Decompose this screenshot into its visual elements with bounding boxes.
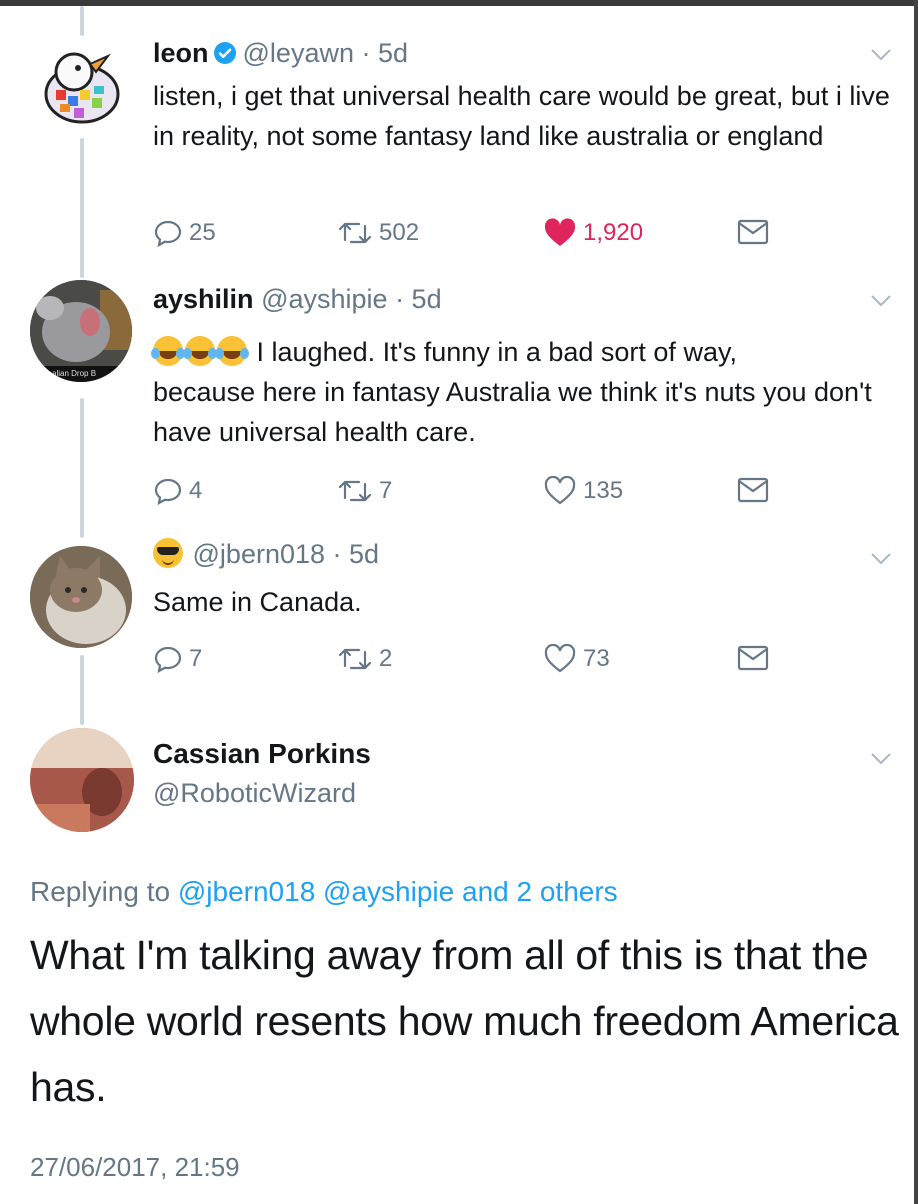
avatar[interactable] xyxy=(34,38,130,134)
reply-icon xyxy=(154,646,182,674)
reply-button[interactable]: 7 xyxy=(153,644,202,674)
reply-button[interactable]: 25 xyxy=(153,218,216,248)
person-avatar-icon xyxy=(30,728,134,832)
retweet-count: 502 xyxy=(379,219,420,246)
chevron-down-icon[interactable] xyxy=(870,48,892,62)
retweet-icon xyxy=(338,480,372,502)
handle[interactable]: @leyawn xyxy=(243,38,354,68)
like-button[interactable]: 135 xyxy=(543,476,623,506)
chevron-down-icon[interactable] xyxy=(870,294,892,308)
replying-prefix: Replying to xyxy=(30,876,171,907)
direct-message-button[interactable] xyxy=(737,476,775,504)
tweet-time[interactable]: · 5d xyxy=(395,284,442,314)
like-button[interactable]: 1,920 xyxy=(543,218,643,248)
verified-badge-icon xyxy=(213,42,236,64)
reply-button[interactable]: 4 xyxy=(153,476,202,506)
sunglasses-emoji-icon xyxy=(153,538,183,568)
direct-message-button[interactable] xyxy=(737,644,775,672)
retweet-count: 7 xyxy=(379,477,393,504)
tweet-text-line1: I laughed. It's funny in a bad sort of w… xyxy=(256,337,737,367)
bird-avatar-icon xyxy=(44,52,120,124)
tweet-header: ayshilin @ayshipie · 5d xyxy=(153,284,442,315)
envelope-icon xyxy=(737,477,769,503)
tweet-actions: 25 502 1,920 xyxy=(153,218,893,252)
rofl-emoji-icon xyxy=(151,336,185,366)
display-name[interactable]: leon xyxy=(153,38,209,68)
tweet-actions: 7 2 73 xyxy=(153,644,893,678)
tweet-header: leon @leyawn · 5d xyxy=(153,38,408,69)
thread-line-1 xyxy=(80,138,84,278)
tweet-text: listen, i get that universal health care… xyxy=(153,81,890,151)
avatar[interactable] xyxy=(30,728,134,832)
thread-line-3 xyxy=(80,655,84,725)
retweet-icon xyxy=(338,222,372,244)
rofl-emoji-icon xyxy=(183,336,217,366)
like-count: 73 xyxy=(583,645,610,672)
retweet-count: 2 xyxy=(379,645,393,672)
avatar[interactable] xyxy=(30,546,132,648)
cat-avatar-icon xyxy=(30,546,132,648)
envelope-icon xyxy=(737,645,769,671)
heart-outline-icon xyxy=(544,644,576,673)
rofl-emoji-icon xyxy=(215,336,249,366)
tweet-text: I laughed. It's funny in a bad sort of w… xyxy=(151,332,893,452)
avatar-caption: alian Drop B xyxy=(52,369,97,378)
retweet-icon xyxy=(338,648,372,670)
thread-line-2 xyxy=(80,398,84,538)
tweet-text: Same in Canada. xyxy=(153,587,362,617)
like-count: 1,920 xyxy=(583,219,644,246)
replying-to: Replying to @jbern018 @ayshipie and 2 ot… xyxy=(30,876,618,908)
right-edge-bar xyxy=(914,0,918,1204)
tweet-timestamp[interactable]: 27/06/2017, 21:59 xyxy=(30,1152,240,1183)
top-edge-bar xyxy=(0,0,918,6)
envelope-icon xyxy=(737,219,769,245)
handle[interactable]: @ayshipie xyxy=(261,284,387,314)
tweet-actions: 4 7 135 xyxy=(153,476,893,510)
retweet-button[interactable]: 7 xyxy=(337,476,392,506)
chevron-down-icon[interactable] xyxy=(870,752,892,766)
retweet-button[interactable]: 2 xyxy=(337,644,392,674)
heart-outline-icon xyxy=(544,476,576,505)
reply-count: 4 xyxy=(189,477,203,504)
chevron-down-icon[interactable] xyxy=(870,552,892,566)
reply-icon xyxy=(154,478,182,506)
display-name[interactable]: Cassian Porkins xyxy=(153,738,371,770)
tweet-time[interactable]: · 5d xyxy=(333,539,380,569)
heart-filled-icon xyxy=(544,218,576,246)
thread-line-top xyxy=(80,6,84,36)
reply-icon xyxy=(154,220,182,248)
reply-count: 7 xyxy=(189,645,203,672)
like-button[interactable]: 73 xyxy=(543,644,610,674)
direct-message-button[interactable] xyxy=(737,218,775,246)
reply-count: 25 xyxy=(189,219,216,246)
handle[interactable]: @jbern018 xyxy=(193,539,326,569)
display-name[interactable]: ayshilin xyxy=(153,284,254,314)
replying-mentions-link[interactable]: @jbern018 @ayshipie and 2 others xyxy=(178,876,618,907)
koala-avatar-icon xyxy=(30,280,132,382)
handle[interactable]: @RoboticWizard xyxy=(153,778,356,809)
tweet-time[interactable]: · 5d xyxy=(362,38,409,68)
retweet-button[interactable]: 502 xyxy=(337,218,419,248)
tweet-header: @jbern018 · 5d xyxy=(153,538,379,570)
tweet-text-rest: because here in fantasy Australia we thi… xyxy=(153,377,872,447)
main-tweet-text: What I'm talking away from all of this i… xyxy=(30,932,899,1110)
like-count: 135 xyxy=(583,477,624,504)
avatar[interactable]: alian Drop B xyxy=(30,280,132,382)
